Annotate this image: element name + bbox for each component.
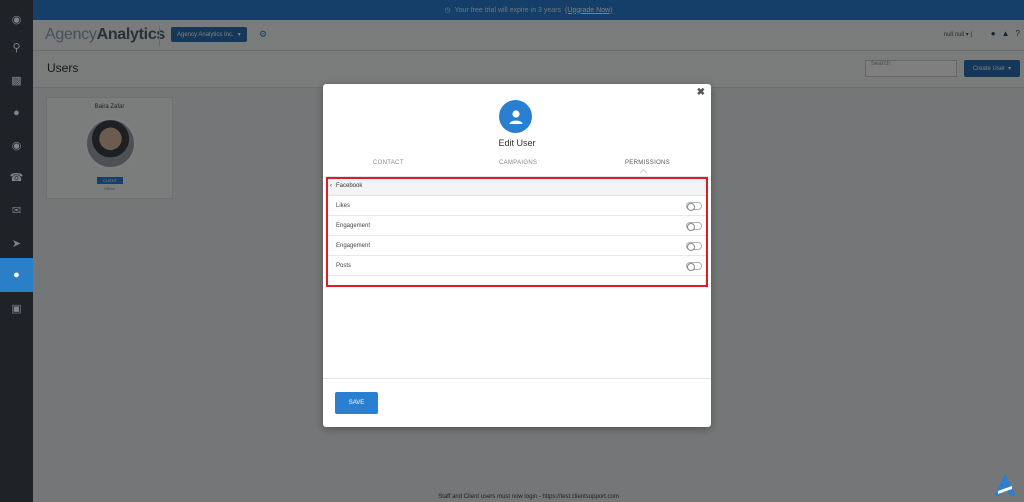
brand-logo-icon bbox=[994, 474, 1016, 496]
chat-icon[interactable]: ● bbox=[0, 96, 33, 130]
search-icon[interactable]: ⚲ bbox=[0, 30, 33, 64]
globe-icon[interactable]: ◉ bbox=[0, 128, 33, 162]
tab-campaigns[interactable]: CAMPAIGNS bbox=[499, 160, 537, 166]
highlight-annotation bbox=[326, 177, 708, 287]
clipboard-icon[interactable]: ▣ bbox=[0, 291, 33, 325]
bar-chart-icon[interactable]: ▩ bbox=[0, 63, 33, 97]
close-icon[interactable]: ✖ bbox=[697, 87, 705, 98]
tab-contact[interactable]: CONTACT bbox=[373, 160, 404, 166]
modal-tabs: CONTACT CAMPAIGNS PERMISSIONS bbox=[323, 160, 711, 177]
person-icon bbox=[509, 109, 522, 124]
modal-footer-divider bbox=[323, 378, 711, 379]
active-tab-indicator bbox=[639, 168, 648, 177]
send-icon[interactable]: ➤ bbox=[0, 226, 33, 260]
modal-title: Edit User bbox=[498, 138, 536, 148]
sidebar-nav: ◉ ⚲ ▩ ● ◉ ☎ ✉ ➤ ● ▣ bbox=[0, 0, 33, 502]
mail-icon[interactable]: ✉ bbox=[0, 193, 33, 227]
user-avatar-icon bbox=[499, 100, 532, 133]
users-icon[interactable]: ● bbox=[0, 258, 33, 292]
phone-icon[interactable]: ☎ bbox=[0, 160, 33, 194]
save-button[interactable]: SAVE bbox=[335, 392, 378, 414]
tab-permissions[interactable]: PERMISSIONS bbox=[625, 160, 670, 166]
